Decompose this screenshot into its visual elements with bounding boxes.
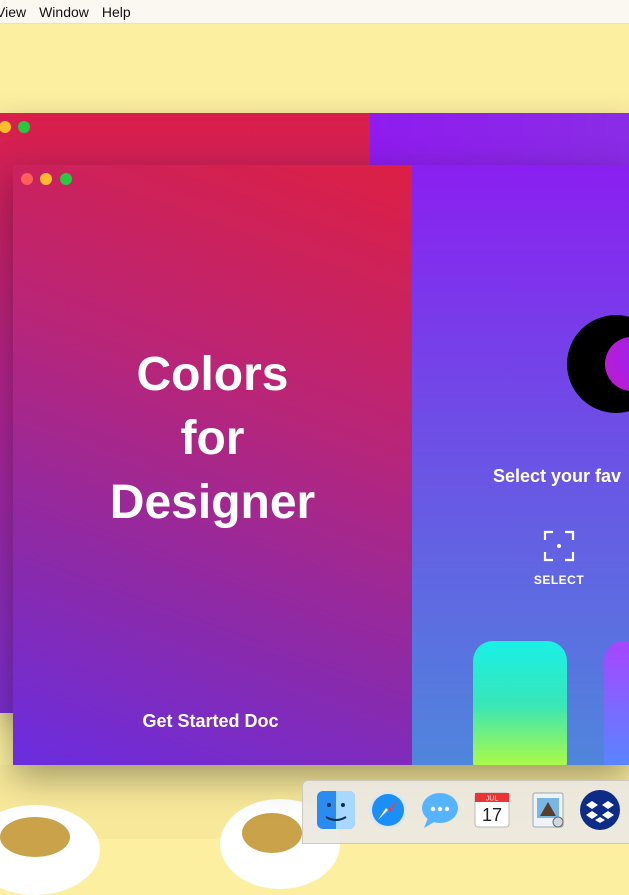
messages-icon[interactable] (419, 789, 461, 831)
color-ring-icon (567, 315, 629, 413)
app-title-line-1: Colors (136, 348, 289, 401)
get-started-doc-link[interactable]: Get Started Doc (13, 711, 408, 732)
app-window[interactable]: Colors for Designer Get Started Doc Sele… (13, 165, 629, 765)
app-title: Colors for Designer (13, 343, 412, 535)
calendar-day: 17 (482, 805, 502, 825)
calendar-month: JUL (486, 796, 499, 803)
eyedropper-target-icon (543, 530, 575, 562)
wallpaper-bowl (0, 805, 100, 895)
menu-view[interactable]: View (0, 4, 34, 20)
minimize-button[interactable] (0, 121, 11, 133)
dock: JUL 17 (302, 780, 629, 844)
color-ring-fill (605, 337, 629, 391)
app-title-line-3: Designer (109, 476, 316, 529)
dropbox-icon[interactable] (579, 789, 621, 831)
menu-window[interactable]: Window (34, 4, 97, 20)
minimize-button[interactable] (40, 173, 52, 185)
close-button[interactable] (21, 173, 33, 185)
safari-icon[interactable] (367, 789, 409, 831)
select-heading: Select your fav (493, 466, 622, 486)
gradient-swatch-1[interactable] (473, 641, 567, 765)
gradient-swatch-2[interactable] (604, 641, 629, 765)
select-label: SELECT (533, 573, 585, 587)
zoom-button[interactable] (18, 121, 30, 133)
preview-icon[interactable] (527, 789, 569, 831)
finder-icon[interactable] (315, 789, 357, 831)
menu-help[interactable]: Help (97, 4, 139, 20)
select-tool-button[interactable]: SELECT (527, 530, 591, 587)
background-window-right-panel (370, 113, 629, 173)
calendar-icon[interactable]: JUL 17 (471, 789, 513, 831)
onboarding-panel: Select your fav SELECT (412, 165, 629, 765)
menu-bar: View Window Help (0, 0, 629, 24)
app-title-line-2: for (180, 412, 245, 465)
welcome-panel: Colors for Designer Get Started Doc (13, 165, 412, 765)
zoom-button[interactable] (60, 173, 72, 185)
